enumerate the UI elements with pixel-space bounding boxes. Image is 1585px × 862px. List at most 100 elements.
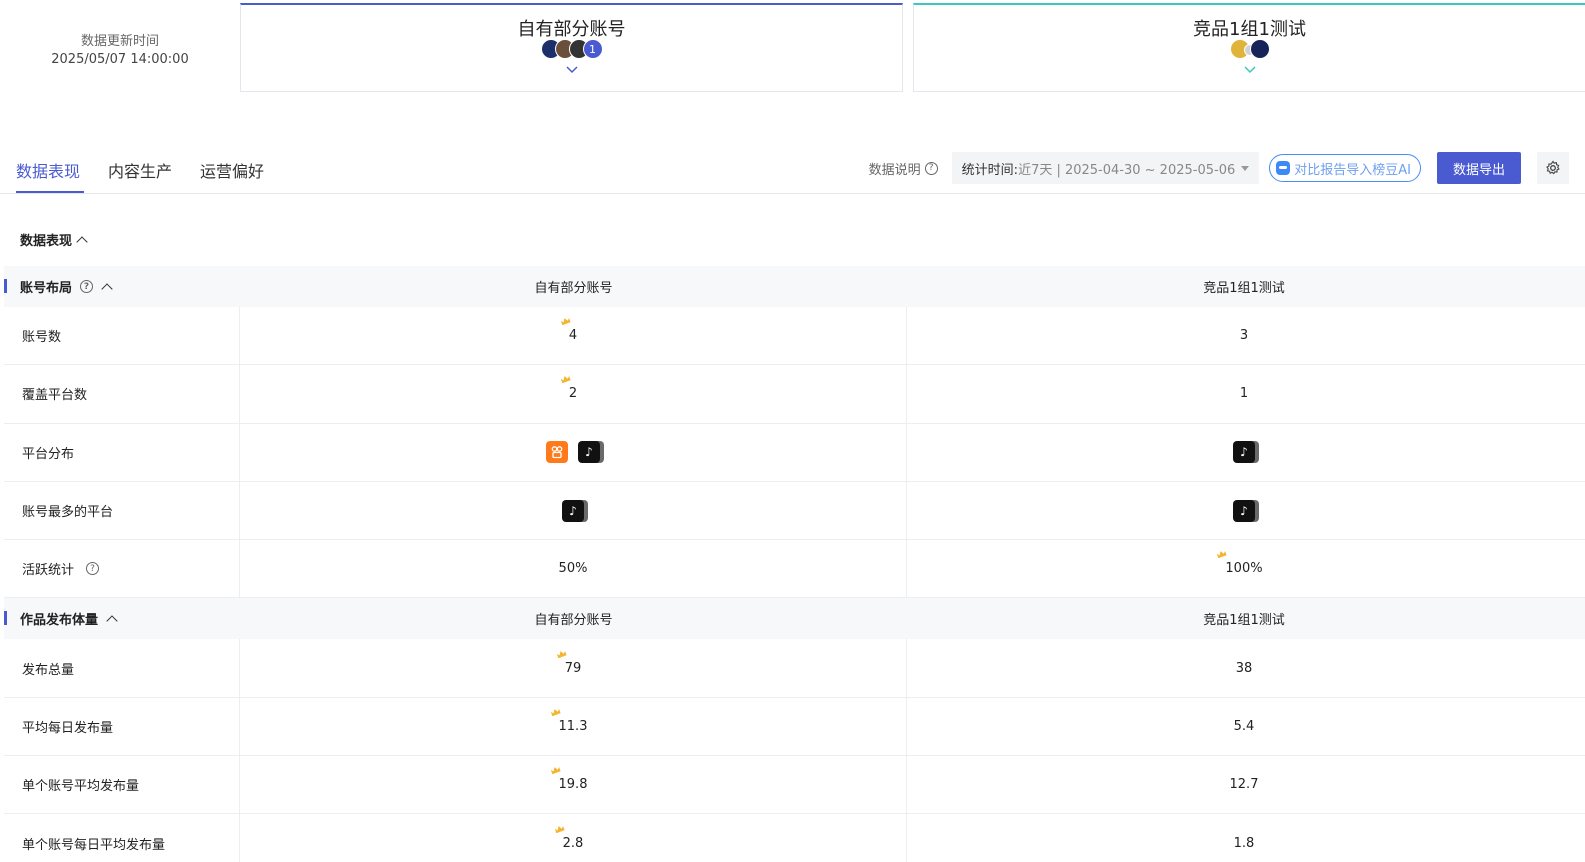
douyin-icon: ♪ — [1233, 499, 1255, 522]
group-header-account-layout: 账号布局 ? 自有部分账号 竞品1组1测试 — [4, 266, 1585, 307]
cell-value: 50% — [240, 540, 907, 598]
section-title: 数据表现 — [20, 234, 73, 249]
cell-value: 1.8 — [1233, 835, 1255, 851]
cell-value: 3 — [1239, 328, 1249, 344]
row-label: 单个账号每日平均发布量 — [4, 814, 240, 862]
chevron-up-icon — [106, 615, 118, 627]
cell-value: 5.4 — [1233, 718, 1255, 734]
row-label: 平台分布 — [4, 423, 240, 481]
chevron-up-icon — [76, 235, 88, 248]
cell-platforms: ♪ — [907, 482, 1581, 539]
row-label: 活跃统计 ? — [4, 540, 240, 598]
table-row: 活跃统计 ? 50% 100% — [4, 540, 1585, 599]
cell-value: 4 — [240, 307, 907, 365]
tab-content-production[interactable]: 内容生产 — [108, 148, 172, 193]
row-label: 账号数 — [4, 307, 240, 365]
export-button[interactable]: 数据导出 — [1436, 152, 1521, 184]
group-title: 作品发布体量 — [20, 613, 99, 629]
column-header: 自有部分账号 — [534, 281, 613, 296]
table-row: 发布总量 79 38 — [4, 639, 1585, 698]
crown-icon: 4 — [568, 328, 578, 344]
row-label-text: 活跃统计 — [22, 563, 75, 579]
tab-performance[interactable]: 数据表现 — [16, 148, 85, 193]
tabs-divider — [0, 193, 1585, 194]
row-label: 单个账号平均发布量 — [4, 756, 240, 814]
table-row: 账号数 4 3 — [4, 307, 1585, 366]
tab-operation-preference[interactable]: 运营偏好 — [200, 148, 264, 193]
cell-platforms: ♪ — [907, 424, 1581, 481]
help-icon: ? — [924, 161, 938, 175]
update-time-box: 数据更新时间 2025/05/07 14:00:00 — [0, 0, 240, 92]
accent-bar — [4, 279, 7, 293]
update-time-label: 数据更新时间 — [80, 34, 159, 49]
cell-value: 12.7 — [1229, 777, 1259, 793]
main-tabs: 数据表现 内容生产 运营偏好 — [16, 148, 292, 193]
accent-bar — [4, 611, 7, 626]
ai-chat-icon — [1276, 161, 1291, 175]
douyin-icon: ♪ — [562, 499, 584, 522]
crown-icon: 19.8 — [558, 777, 588, 793]
chevron-down-icon[interactable] — [241, 63, 902, 81]
crown-icon: 2.8 — [562, 835, 584, 851]
table-row: 单个账号平均发布量 19.8 12.7 — [4, 756, 1585, 815]
chevron-up-icon — [101, 282, 113, 295]
import-ai-button[interactable]: 对比报告导入榜豆AI — [1269, 154, 1421, 182]
crown-icon: 79 — [564, 660, 582, 676]
group-toggle[interactable]: 账号布局 ? — [4, 277, 240, 296]
table-row: 覆盖平台数 2 1 — [4, 365, 1585, 424]
toolbar: 数据说明 ? 统计时间: 近7天 | 2025-04-30 ~ 2025-05-… — [869, 152, 1569, 184]
cell-platforms: ♪ — [240, 423, 907, 481]
row-label: 平均每日发布量 — [4, 697, 240, 756]
row-label: 账号最多的平台 — [4, 481, 240, 540]
cell-value: 1 — [1239, 386, 1249, 402]
avatar-count-badge: 1 — [582, 39, 603, 59]
row-label: 发布总量 — [4, 639, 240, 697]
column-header: 竞品1组1测试 — [1203, 613, 1285, 629]
cell-value: 2 — [240, 365, 907, 423]
caret-down-icon — [1241, 165, 1250, 171]
table-row: 单个账号每日平均发布量 2.8 1.8 — [4, 814, 1585, 862]
competitor-card[interactable]: 竞品1组1测试 — [913, 3, 1585, 92]
data-explain-link[interactable]: 数据说明 ? — [869, 159, 938, 178]
table-row: 账号最多的平台 ♪ ♪ — [4, 481, 1585, 541]
group-header-publish-volume: 作品发布体量 自有部分账号 竞品1组1测试 — [4, 598, 1585, 640]
import-ai-label: 对比报告导入榜豆AI — [1294, 162, 1411, 178]
table-row: 平均每日发布量 11.3 5.4 — [4, 697, 1585, 757]
cell-value: 38 — [1235, 660, 1253, 676]
douyin-icon: ♪ — [578, 441, 600, 464]
own-accounts-title: 自有部分账号 — [517, 19, 626, 40]
group-toggle[interactable]: 作品发布体量 — [4, 609, 240, 628]
comparison-table: 账号布局 ? 自有部分账号 竞品1组1测试 账号数 4 3 覆盖平台数 2 1 … — [4, 266, 1585, 862]
competitor-avatars — [914, 39, 1585, 59]
cell-value: 2.8 — [240, 814, 907, 862]
cell-value: 79 — [240, 639, 907, 697]
douyin-icon: ♪ — [1233, 441, 1255, 464]
column-header: 竞品1组1测试 — [1203, 281, 1285, 296]
crown-icon: 11.3 — [558, 718, 588, 734]
crown-icon: 2 — [568, 386, 578, 402]
data-explain-label: 数据说明 — [868, 162, 921, 178]
stat-time-label: 统计时间: — [961, 162, 1019, 178]
table-row: 平台分布 ♪ ♪ — [4, 423, 1585, 482]
own-accounts-avatars: 1 — [241, 39, 902, 59]
section-toggle[interactable]: 数据表现 — [20, 230, 88, 249]
stat-time-value: 近7天 | 2025-04-30 ~ 2025-05-06 — [1018, 162, 1236, 178]
column-header: 自有部分账号 — [534, 613, 613, 629]
row-label: 覆盖平台数 — [4, 365, 240, 423]
help-icon[interactable]: ? — [80, 280, 94, 293]
cell-platforms: ♪ — [240, 481, 907, 540]
avatar — [1249, 39, 1270, 59]
competitor-title: 竞品1组1测试 — [1193, 19, 1306, 40]
update-time-value: 2025/05/07 14:00:00 — [51, 52, 189, 67]
cell-value: 100% — [907, 540, 1581, 597]
own-accounts-card[interactable]: 自有部分账号 1 — [240, 3, 903, 92]
cell-value: 19.8 — [240, 756, 907, 814]
chevron-down-icon[interactable] — [914, 63, 1585, 81]
crown-icon: 100% — [1225, 561, 1263, 577]
group-title: 账号布局 — [20, 281, 73, 296]
help-icon[interactable]: ? — [86, 562, 100, 576]
settings-button[interactable] — [1537, 152, 1569, 184]
cell-value: 11.3 — [240, 697, 907, 756]
stat-time-select[interactable]: 统计时间: 近7天 | 2025-04-30 ~ 2025-05-06 — [951, 152, 1260, 184]
gear-icon — [1546, 160, 1560, 175]
